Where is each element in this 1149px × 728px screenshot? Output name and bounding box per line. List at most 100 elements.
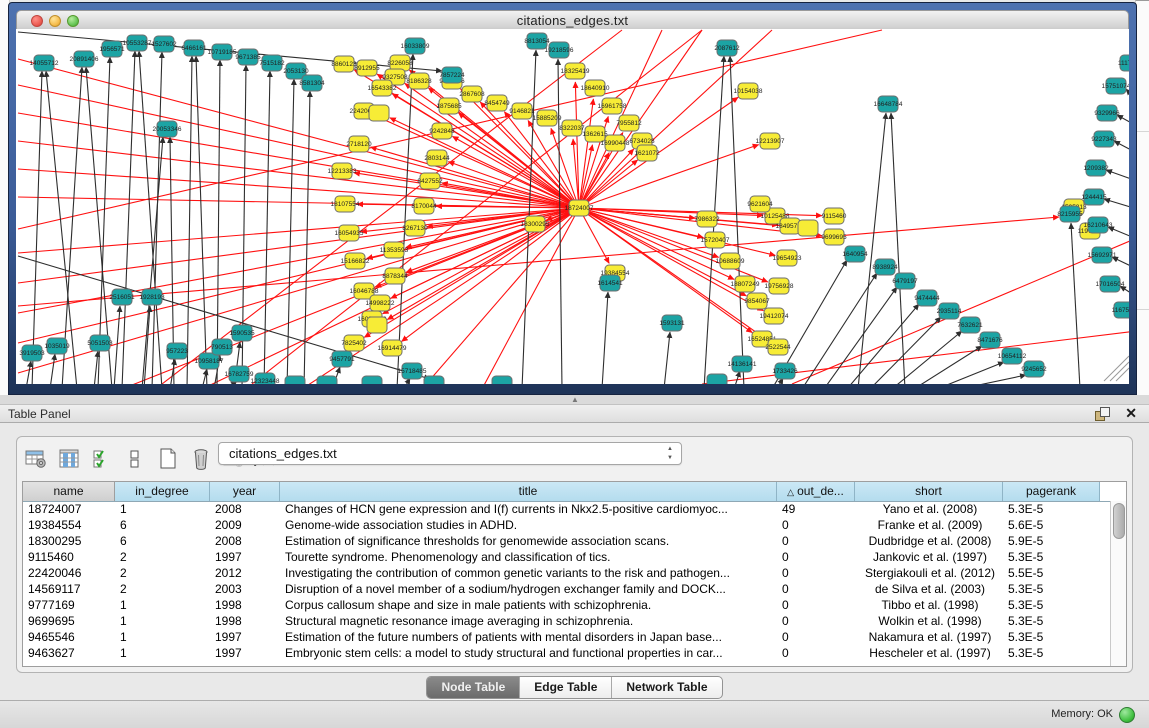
- cell-title[interactable]: Investigating the contribution of common…: [280, 565, 777, 581]
- graph-node[interactable]: 16210643: [1084, 217, 1113, 233]
- tab-node-table[interactable]: Node Table: [427, 677, 520, 698]
- graph-node[interactable]: [367, 317, 387, 333]
- cell-title[interactable]: Embryonic stem cells: a model to study s…: [280, 645, 777, 661]
- graph-node[interactable]: [369, 105, 389, 121]
- cell-title[interactable]: Disruption of a novel member of a sodium…: [280, 581, 777, 597]
- graph-node[interactable]: 1614541: [597, 275, 623, 291]
- graph-node[interactable]: 9474444: [914, 290, 940, 306]
- graph-node[interactable]: [707, 374, 727, 384]
- graph-node[interactable]: 10688609: [716, 253, 745, 269]
- cell-short[interactable]: Jankovic et al. (1997): [855, 549, 1003, 565]
- table-body[interactable]: 1872400712008Changes of HCN gene express…: [23, 501, 1111, 666]
- graph-node[interactable]: 9242848: [429, 123, 455, 139]
- graph-node[interactable]: 15885209: [533, 110, 562, 126]
- cell-in_degree[interactable]: 1: [115, 597, 210, 613]
- graph-node[interactable]: 7986322: [694, 211, 720, 227]
- cell-out_degree[interactable]: 0: [777, 629, 855, 645]
- graph-node[interactable]: 9671385: [235, 49, 261, 65]
- graph-node[interactable]: 10154038: [734, 83, 763, 99]
- graph-node[interactable]: 17016504: [1096, 276, 1125, 292]
- cell-title[interactable]: Tourette syndrome. Phenomenology and cla…: [280, 549, 777, 565]
- graph-node[interactable]: [285, 376, 305, 384]
- graph-node[interactable]: 14136141: [728, 356, 757, 372]
- cell-year[interactable]: 2003: [210, 581, 280, 597]
- graph-node[interactable]: 18325419: [561, 63, 590, 79]
- graph-node[interactable]: 15751074: [1102, 78, 1129, 94]
- graph-node[interactable]: 9699695: [821, 229, 847, 245]
- cell-name[interactable]: 9465546: [23, 629, 115, 645]
- graph-node[interactable]: [798, 220, 818, 236]
- graph-node[interactable]: 1209382: [1083, 160, 1109, 176]
- cell-year[interactable]: 1998: [210, 613, 280, 629]
- cell-out_degree[interactable]: 0: [777, 533, 855, 549]
- cell-pagerank[interactable]: 5.3E-5: [1003, 645, 1100, 661]
- column-header-short[interactable]: short: [855, 482, 1003, 501]
- table-settings-icon[interactable]: [23, 446, 49, 472]
- graph-node[interactable]: 2522544: [765, 339, 791, 355]
- graph-node[interactable]: 16961758: [598, 98, 627, 114]
- cell-in_degree[interactable]: 6: [115, 533, 210, 549]
- graph-node[interactable]: 20053346: [153, 121, 182, 137]
- graph-node[interactable]: 8186328: [406, 73, 432, 89]
- graph-node[interactable]: 8215955: [1057, 206, 1083, 222]
- graph-node[interactable]: 9457791: [329, 351, 355, 367]
- graph-node[interactable]: 7515182: [259, 55, 285, 71]
- tab-network-table[interactable]: Network Table: [612, 677, 721, 698]
- graph-node[interactable]: 1875685: [436, 98, 462, 114]
- cell-year[interactable]: 1997: [210, 629, 280, 645]
- cell-out_degree[interactable]: 0: [777, 517, 855, 533]
- graph-node[interactable]: 1035019: [44, 338, 70, 354]
- graph-node[interactable]: 9227343: [1091, 131, 1117, 147]
- graph-node[interactable]: 16054935: [335, 225, 364, 241]
- cell-pagerank[interactable]: 5.3E-5: [1003, 549, 1100, 565]
- cell-pagerank[interactable]: 5.3E-5: [1003, 597, 1100, 613]
- cell-year[interactable]: 2008: [210, 501, 280, 517]
- cell-title[interactable]: Estimation of significance thresholds fo…: [280, 533, 777, 549]
- column-header-year[interactable]: year: [210, 482, 280, 501]
- graph-node[interactable]: 9854067: [744, 293, 770, 309]
- graph-node[interactable]: 2718120: [346, 136, 372, 152]
- graph-node[interactable]: 5051503: [87, 335, 113, 351]
- cell-out_degree[interactable]: 0: [777, 597, 855, 613]
- column-header-name[interactable]: name: [23, 482, 115, 501]
- column-header-in_degree[interactable]: in_degree: [115, 482, 210, 501]
- new-table-icon[interactable]: [155, 446, 181, 472]
- citation-network-graph[interactable]: 1872400788601238912955822605893275081654…: [16, 29, 1129, 384]
- cell-in_degree[interactable]: 2: [115, 565, 210, 581]
- cell-title[interactable]: Structural magnetic resonance image aver…: [280, 613, 777, 629]
- graph-node[interactable]: 1590535: [229, 325, 255, 341]
- graph-node[interactable]: 8471676: [977, 332, 1003, 348]
- float-panel-icon[interactable]: [1095, 407, 1109, 420]
- graph-node[interactable]: 16990448: [601, 135, 630, 151]
- cell-name[interactable]: 22420046: [23, 565, 115, 581]
- graph-node[interactable]: 15166822: [341, 253, 370, 269]
- table-row-22420046[interactable]: 2242004622012Investigating the contribut…: [23, 565, 1111, 581]
- graph-node[interactable]: [492, 376, 512, 384]
- tab-edge-table[interactable]: Edge Table: [520, 677, 612, 698]
- table-row-19384554[interactable]: 1938455462009Genome-wide association stu…: [23, 517, 1111, 533]
- graph-node[interactable]: 7955812: [616, 115, 642, 131]
- cell-in_degree[interactable]: 1: [115, 645, 210, 661]
- cell-pagerank[interactable]: 5.3E-5: [1003, 581, 1100, 597]
- cell-in_degree[interactable]: 2: [115, 581, 210, 597]
- cell-year[interactable]: 2008: [210, 533, 280, 549]
- graph-node[interactable]: 8860123: [331, 56, 357, 72]
- cell-out_degree[interactable]: 49: [777, 501, 855, 517]
- cell-short[interactable]: Dudbridge et al. (2008): [855, 533, 1003, 549]
- graph-node[interactable]: 8878344: [382, 268, 408, 284]
- graph-node[interactable]: 790513: [211, 339, 233, 355]
- graph-node[interactable]: 3919503: [19, 345, 45, 361]
- graph-node[interactable]: 8427552: [417, 173, 443, 189]
- select-columns-icon[interactable]: [56, 446, 82, 472]
- table-row-18724007[interactable]: 1872400712008Changes of HCN gene express…: [23, 501, 1111, 517]
- graph-node[interactable]: 15692971: [1088, 247, 1117, 263]
- cell-pagerank[interactable]: 5.6E-5: [1003, 517, 1100, 533]
- cell-short[interactable]: Yano et al. (2008): [855, 501, 1003, 517]
- graph-node[interactable]: 8912955: [354, 60, 380, 76]
- cell-name[interactable]: 9463627: [23, 645, 115, 661]
- table-row-9463627[interactable]: 946362711997Embryonic stem cells: a mode…: [23, 645, 1111, 661]
- graph-node[interactable]: 1593131: [659, 315, 685, 331]
- graph-node[interactable]: 18107554: [331, 196, 360, 212]
- graph-node[interactable]: 6479197: [892, 273, 918, 289]
- graph-node[interactable]: 8170044: [411, 198, 437, 214]
